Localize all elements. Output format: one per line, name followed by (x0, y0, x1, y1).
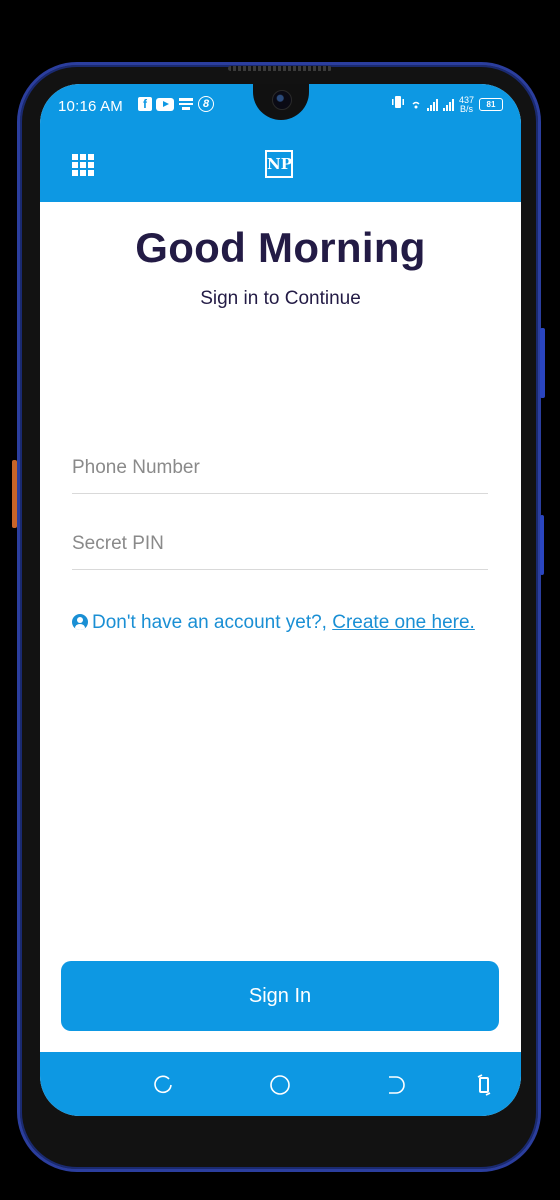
home-icon[interactable] (269, 1074, 291, 1096)
grid-menu-icon[interactable] (72, 154, 94, 176)
battery-icon: 81 (479, 98, 503, 111)
screen: 10:16 AM f 8 437 B/s 81 NP Good Morning … (40, 84, 521, 1116)
status-bar: 10:16 AM f 8 437 B/s 81 (40, 84, 521, 126)
front-camera (272, 90, 292, 110)
rotate-screen-icon[interactable] (473, 1074, 495, 1096)
back-icon[interactable] (385, 1074, 407, 1096)
secret-pin-input[interactable] (72, 530, 488, 570)
page-subtitle: Sign in to Continue (200, 288, 361, 309)
power-button (12, 460, 17, 528)
facebook-icon: f (138, 97, 152, 111)
login-form: Good Morning Sign in to Continue Don't h… (40, 202, 521, 1052)
vibrate-icon (391, 95, 405, 114)
status-time: 10:16 AM (58, 98, 123, 115)
side-key (540, 515, 544, 575)
youtube-icon (156, 97, 174, 111)
navigation-bar (40, 1052, 521, 1116)
signup-prompt-text: Don't have an account yet?, (92, 612, 327, 633)
recent-apps-icon[interactable] (153, 1074, 175, 1096)
create-account-link[interactable]: Create one here. (332, 612, 475, 633)
notification-icons: f 8 (138, 96, 214, 112)
sign-in-button[interactable]: Sign In (61, 961, 499, 1031)
volume-button (540, 328, 545, 398)
earpiece-speaker (228, 66, 332, 71)
network-speed-unit: B/s (459, 103, 473, 114)
system-status-icons: 437 B/s 81 (391, 95, 503, 114)
user-circle-icon (72, 614, 88, 630)
app-logo: NP (265, 150, 293, 178)
signup-prompt-row: Don't have an account yet?, Create one h… (72, 605, 488, 640)
signal-strength-icon (426, 98, 438, 111)
viber-icon: 8 (198, 96, 214, 112)
phone-number-input[interactable] (72, 454, 488, 494)
wifi-icon (410, 96, 422, 114)
app-bar: NP (40, 126, 521, 202)
message-icon (178, 97, 194, 111)
signal-strength-2-icon (442, 98, 454, 111)
network-speed: 437 B/s (459, 95, 474, 114)
page-title: Good Morning (135, 224, 426, 271)
